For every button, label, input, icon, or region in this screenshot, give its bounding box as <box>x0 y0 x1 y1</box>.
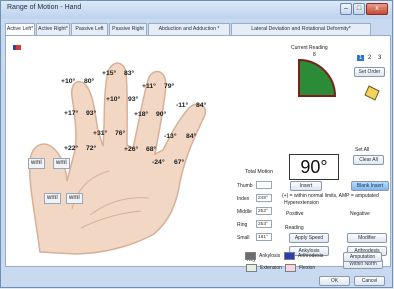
index-flex-label: 83° <box>124 70 135 77</box>
tab-active-right[interactable]: Active Right* <box>36 23 70 35</box>
ankylosis-legend-swatch <box>245 252 256 260</box>
total-motion-middle-value[interactable]: 252° <box>256 207 272 215</box>
range-of-motion-window: Range of Motion - Hand – □ x Active Left… <box>0 0 393 288</box>
total-motion-ring-value[interactable]: 253° <box>256 220 272 228</box>
amputation-button[interactable]: Amputation <box>343 252 382 262</box>
middle-flex-label: 79° <box>164 83 175 90</box>
total-motion-row-label: Index <box>237 196 250 202</box>
insert-button[interactable]: Insert <box>290 181 322 191</box>
minimize-button[interactable]: – <box>340 3 352 15</box>
page-one[interactable]: 1 <box>357 55 365 61</box>
left-flex-label: 93° <box>86 110 97 117</box>
tab-lateral-deviation[interactable]: Lateral Deviation and Rotational Deformi… <box>231 23 371 35</box>
set-order-button[interactable]: Set Order <box>354 67 385 77</box>
goniometer-quadrant <box>298 58 337 97</box>
flexion-legend-label: Flexion <box>299 265 316 271</box>
close-button[interactable]: x <box>366 3 388 15</box>
total-motion-index-value[interactable]: 248° <box>256 194 272 202</box>
thumb-top-flex-label: 80° <box>84 78 95 85</box>
page-three[interactable]: 3 <box>378 55 381 61</box>
thumb-low-ext-label: +31° <box>93 130 108 137</box>
hyperextension-label: Hyperextension <box>284 200 319 206</box>
tab-passive-left[interactable]: Passive Left <box>71 23 108 35</box>
flexion-legend-swatch <box>285 264 296 272</box>
base-ext-label-3: -24° <box>152 159 165 166</box>
center-flex-label: 90° <box>156 111 167 118</box>
extension-legend-swatch <box>246 264 257 272</box>
ok-button[interactable]: OK <box>319 276 350 286</box>
goniometer-icon <box>364 85 380 101</box>
total-motion-row-label: Small <box>237 235 250 241</box>
page-two[interactable]: 2 <box>368 55 371 61</box>
tab-bar: Active Left* Active Right* Passive Left … <box>5 23 391 36</box>
blank-insert-button[interactable]: Blank Insert <box>351 181 389 191</box>
wml-chip-2[interactable]: wml <box>53 158 70 169</box>
base-ext-label: +22° <box>64 145 79 152</box>
base-ext-label-2: +26° <box>124 146 139 153</box>
arthrodesis-legend-label: Arthrodesis <box>298 253 324 259</box>
right-low-flex-label: 84° <box>186 133 197 140</box>
title-bar: Range of Motion - Hand – □ x <box>1 1 392 19</box>
wml-chip-4[interactable]: wml <box>66 193 83 204</box>
window-title: Range of Motion - Hand <box>7 4 82 11</box>
left-ext-label: +17° <box>64 110 79 117</box>
current-angle-display: 90° <box>289 154 339 180</box>
cancel-button[interactable]: Cancel <box>354 276 385 286</box>
thumb-top-ext-label: +10° <box>61 78 76 85</box>
middle-ext-label: +11° <box>142 83 156 90</box>
total-motion-thumb-value[interactable] <box>256 181 272 189</box>
main-panel: +15° 83° +10° 80° +11° 79° +10° 93° -11°… <box>5 35 391 272</box>
maximize-button[interactable]: □ <box>353 3 365 15</box>
tab-abduction-adduction[interactable]: Abduction and Adduction * <box>148 23 230 35</box>
clear-all-button[interactable]: Clear All <box>353 155 384 165</box>
wml-chip[interactable]: wml <box>28 158 45 169</box>
set-all-label: Set All <box>355 147 370 153</box>
small-flex-label: 84° <box>196 102 207 109</box>
tab-passive-right[interactable]: Passive Right <box>109 23 147 35</box>
total-motion-small-value[interactable]: 181° <box>256 233 272 241</box>
positive-radio-label[interactable]: Positive <box>286 211 304 217</box>
base-flex-label: 72° <box>86 145 97 152</box>
arthrodesis-legend-swatch <box>284 252 295 260</box>
base-flex-label-2: 68° <box>146 146 157 153</box>
index-ext-label: +15° <box>102 70 117 77</box>
small-ext-label: -11° <box>176 102 189 109</box>
total-motion-row-label: Thumb <box>237 183 253 189</box>
reading-label: Reading <box>285 225 304 231</box>
right-low-ext-label: -13° <box>164 133 177 140</box>
negative-radio-label[interactable]: Negative <box>350 211 370 217</box>
center-ext-label: +18° <box>134 111 149 118</box>
base-flex-label-3: 67° <box>174 159 185 166</box>
ring-ext-label: +10° <box>106 96 121 103</box>
ring-flex-label: 93° <box>128 96 139 103</box>
extension-legend-label: Extension <box>260 265 282 271</box>
thumb-low-flex-label: 76° <box>115 130 126 137</box>
total-motion-title: Total Motion <box>245 169 273 175</box>
ankylosis-legend-label: Ankylosis <box>259 253 281 259</box>
total-motion-row-label: Ring <box>237 222 248 228</box>
modifier-button[interactable]: Modifier <box>347 233 387 243</box>
total-motion-row-label: Middle <box>237 209 252 215</box>
apply-speed-button[interactable]: Apply Speed <box>289 233 329 243</box>
current-reading-title: Current Reading <box>291 45 328 51</box>
wml-chip-3[interactable]: wml <box>44 193 61 204</box>
normal-limits-note: (+) = within normal limits, AMP = amputa… <box>282 193 379 199</box>
